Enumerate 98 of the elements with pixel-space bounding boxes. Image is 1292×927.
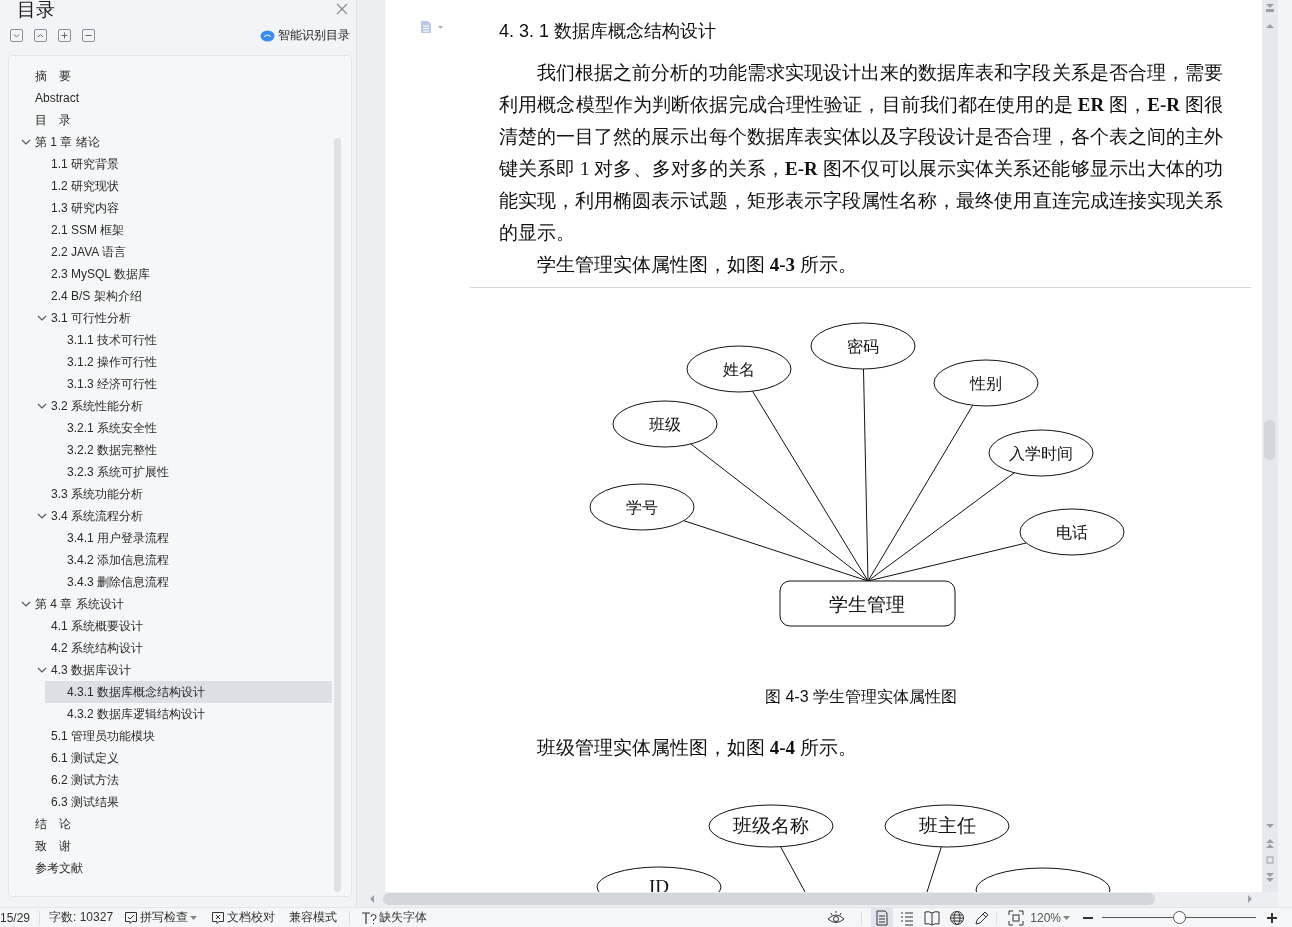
book-icon [924,909,941,926]
toc-item[interactable]: 参考文献 [13,857,332,879]
toc-item[interactable]: 3.1.1 技术可行性 [45,329,332,351]
toc-item[interactable]: 摘 要 [13,65,332,87]
toc-item[interactable]: 3.2.1 系统安全性 [45,417,332,439]
compat-mode-button[interactable]: 兼容模式 [287,908,340,927]
globe-icon [949,909,966,926]
caret-icon [190,915,198,920]
toc-item[interactable]: 3.3 系统功能分析 [29,483,332,505]
toc-item[interactable]: 3.1 可行性分析 [29,307,332,329]
toc-item[interactable]: 6.2 测试方法 [29,769,332,791]
x-box-icon [211,910,226,925]
connector-line [926,846,942,892]
chevron-down-icon[interactable] [37,511,47,521]
plus-icon[interactable] [58,28,71,42]
section-heading: 4. 3. 1 数据库概念结构设计 [499,20,718,43]
toc-item[interactable]: 1.2 研究现状 [29,175,332,197]
chevron-down-icon[interactable] [37,401,47,411]
toc-item[interactable]: 结 论 [13,813,332,835]
toc-item[interactable]: 目 录 [13,109,332,131]
check-box-icon [124,910,139,925]
eye-icon[interactable] [827,910,846,925]
toc-item[interactable]: 2.3 MySQL 数据库 [29,263,332,285]
chevron-down-icon[interactable] [21,599,31,609]
figure-caption: 图 4-3 学生管理实体属性图 [764,687,958,707]
toc-item[interactable]: 3.4 系统流程分析 [29,505,332,527]
chevron-down-icon[interactable] [21,137,31,147]
toc-item[interactable]: 3.1.3 经济可行性 [45,373,332,395]
proofread-button[interactable]: 文档校对 [209,908,278,927]
attribute-label: 班级 [649,416,681,433]
word-count: 字数: 10327 [49,909,114,926]
ruler-icon[interactable] [1265,3,1275,13]
toc-item[interactable]: 3.4.1 用户登录流程 [45,527,332,549]
scrollbar-thumb[interactable] [383,893,1155,905]
toc-item[interactable]: 5.1 管理员功能模块 [29,725,332,747]
toc-item[interactable]: 1.1 研究背景 [29,153,332,175]
toc-item[interactable]: 2.2 JAVA 语言 [29,241,332,263]
toc-item[interactable]: 4.3 数据库设计 [29,659,332,681]
attribute-label: 性别 [970,375,1002,392]
connector-line [780,846,806,892]
toc-item[interactable]: 4.2 系统结构设计 [29,637,332,659]
attribute-label: 学号 [626,499,658,516]
toc-item[interactable]: 3.4.3 删除信息流程 [45,571,332,593]
toc-item[interactable]: 4.3.1 数据库概念结构设计 [45,681,332,703]
toc-item[interactable]: 第 1 章 绪论 [13,131,332,153]
toc-item[interactable]: 4.3.2 数据库逻辑结构设计 [45,703,332,725]
page-indicator: 15/29 [0,910,31,925]
smart-toc-button[interactable]: 智能识别目录 [260,26,350,44]
attribute-label: 入学时间 [1009,445,1073,462]
attribute-label: 密码 [847,338,879,355]
plus-icon[interactable] [1266,911,1278,924]
page-view-icon [874,909,891,926]
entity-label: 学生管理 [829,594,905,615]
panel-title: 目录 [17,0,55,20]
toc-item[interactable]: 3.2.3 系统可扩展性 [45,461,332,483]
toc-item[interactable]: 3.2.2 数据完整性 [45,439,332,461]
fit-page-button[interactable] [1006,908,1027,927]
toc-item[interactable]: 致 谢 [13,835,332,857]
toc-item[interactable]: 3.4.2 添加信息流程 [45,549,332,571]
caret-icon [1063,915,1070,920]
double-down-icon[interactable] [1265,872,1275,883]
spell-check-button[interactable]: 拼写检查 [122,908,200,927]
toc-item[interactable]: 6.3 测试结果 [29,791,332,813]
toc-item[interactable]: 2.4 B/S 架构介绍 [29,285,332,307]
cloud-icon [260,28,275,42]
arrow-left-icon[interactable] [369,895,375,903]
double-up-icon[interactable] [1265,838,1275,849]
font-icon [361,910,378,925]
toc-item[interactable]: 3.1.2 操作可行性 [45,351,332,373]
body-paragraph: 班级管理实体属性图，如图 4-4 所示。 [536,736,858,760]
toc-item[interactable]: 4.1 系统概要设计 [29,615,332,637]
toc-item[interactable]: 1.3 研究内容 [29,197,332,219]
body-paragraph: 学生管理实体属性图，如图 4-3 所示。 [536,253,858,277]
toc-item[interactable]: 3.2 系统性能分析 [29,395,332,417]
toc-item[interactable]: 6.1 测试定义 [29,747,332,769]
arrow-down-icon[interactable] [1265,822,1275,830]
chevron-down-icon[interactable] [37,665,47,675]
toc-item[interactable]: 2.1 SSM 框架 [29,219,332,241]
close-icon[interactable] [336,3,348,15]
zoom-dropdown[interactable]: 120% [1028,908,1072,927]
attribute-label: 电话 [1056,524,1088,541]
pen-icon [974,909,991,926]
attribute-label: 班级名称 [733,815,809,836]
toc-item[interactable]: Abstract [13,87,332,109]
outline-icon [899,909,916,926]
minus-icon[interactable] [82,28,95,42]
chevron-up-icon[interactable] [34,28,47,42]
chevron-down-icon[interactable] [10,28,23,42]
body-paragraph: 我们根据之前分析的功能需求实现设计出来的数据库表和字段关系是否合理，需要利用概念模型作为判断依据完成合理性验证，目前我们都在使用的是 ER 图，E-R 图很清楚的一目了然的展示出每个数据库表实体以及字段设计是否合理，各个表之间的主外键关系即 1 对多、多对多的关系，E-R 图不仅可以展示实体关系还能够显示出大体的功能实现，利用椭圆表示试题，矩形表示字段属性名称，最终使用直连完成连接实现关系的显示。 [499,61,1223,245]
attribute-label: 姓名 [723,361,755,378]
slider-thumb[interactable] [1173,911,1186,924]
fit-icon [1008,909,1025,926]
toc-item[interactable]: 第 4 章 系统设计 [13,593,332,615]
missing-fonts-button[interactable]: 缺失字体 [359,908,430,927]
attribute-label: 班主任 [918,815,976,836]
arrow-right-icon[interactable] [1247,895,1253,903]
chevron-down-icon[interactable] [37,313,47,323]
arrow-up-icon[interactable] [1265,22,1275,30]
